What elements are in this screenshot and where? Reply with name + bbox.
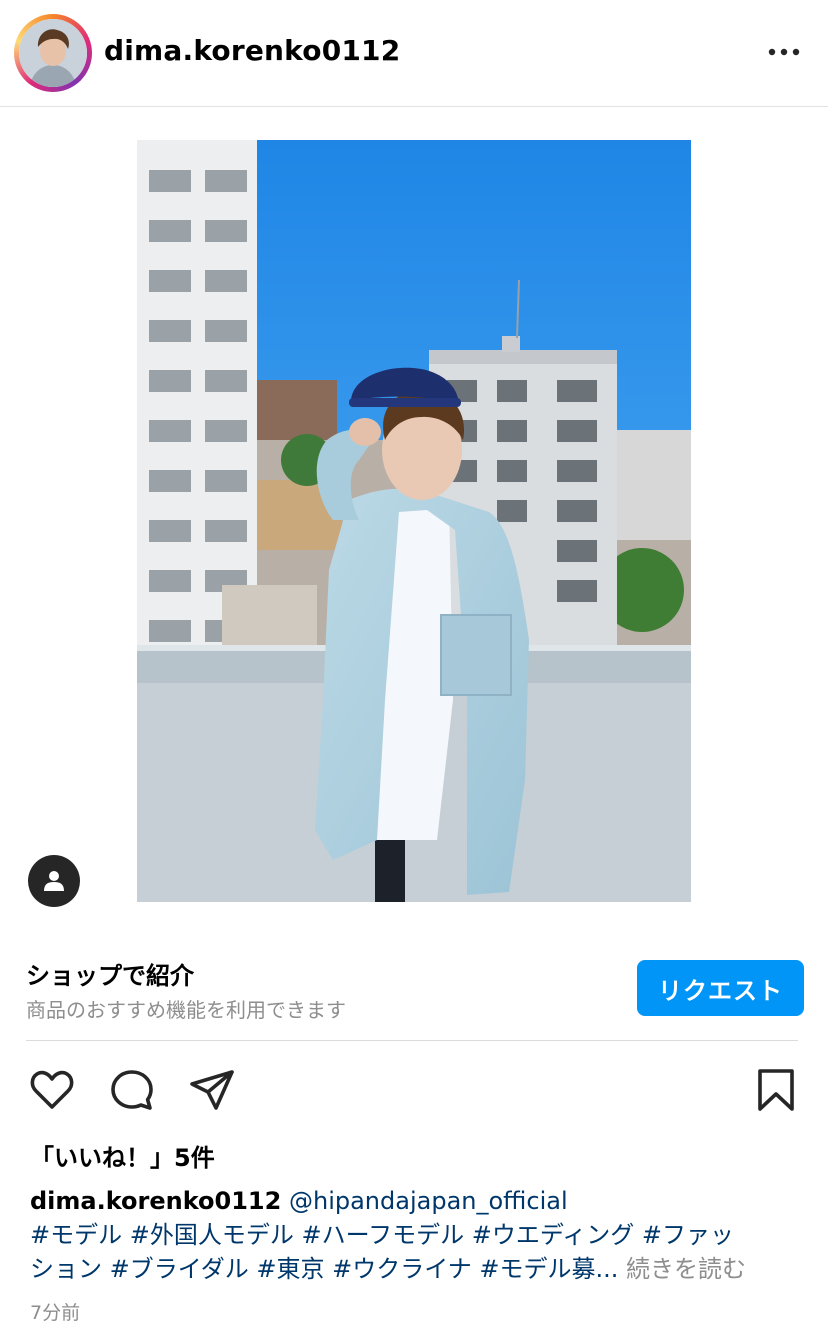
post-photo[interactable] (137, 140, 691, 902)
caption-line-2: ション #ブライダル #東京 #ウクライナ #モデル募... 続きを読む (30, 1252, 800, 1286)
post-caption: dima.korenko0112 @hipandajapan_official … (30, 1184, 800, 1286)
story-ring[interactable] (14, 14, 92, 92)
post-timestamp: 7分前 (30, 1302, 81, 1324)
avatar-image (19, 19, 87, 87)
comment-icon[interactable] (108, 1066, 156, 1114)
caption-username[interactable]: dima.korenko0112 (30, 1187, 281, 1215)
request-button[interactable]: リクエスト (637, 960, 804, 1016)
more-horizontal-icon[interactable] (768, 44, 800, 60)
caption-hashtags[interactable]: ション #ブライダル #東京 #ウクライナ #モデル募... (30, 1255, 618, 1283)
heart-icon[interactable] (28, 1066, 76, 1114)
read-more-link[interactable]: 続きを読む (626, 1255, 746, 1283)
shop-subtitle: 商品のおすすめ機能を利用できます (26, 998, 346, 1022)
caption-mention[interactable]: @hipandajapan_official (289, 1187, 568, 1215)
caption-line-1[interactable]: #モデル #外国人モデル #ハーフモデル #ウエディング #ファッ (30, 1218, 800, 1252)
send-icon[interactable] (188, 1066, 236, 1114)
shop-title: ショップで紹介 (26, 962, 194, 990)
caption-line-0: dima.korenko0112 @hipandajapan_official (30, 1184, 800, 1218)
user-tag-icon[interactable] (28, 855, 80, 907)
post-username[interactable]: dima.korenko0112 (104, 34, 400, 67)
avatar[interactable] (19, 19, 87, 87)
bookmark-icon[interactable] (752, 1066, 800, 1114)
post-header: dima.korenko0112 (0, 0, 828, 107)
like-count[interactable]: 「いいね！」5件 (30, 1138, 215, 1173)
divider (26, 1040, 798, 1041)
